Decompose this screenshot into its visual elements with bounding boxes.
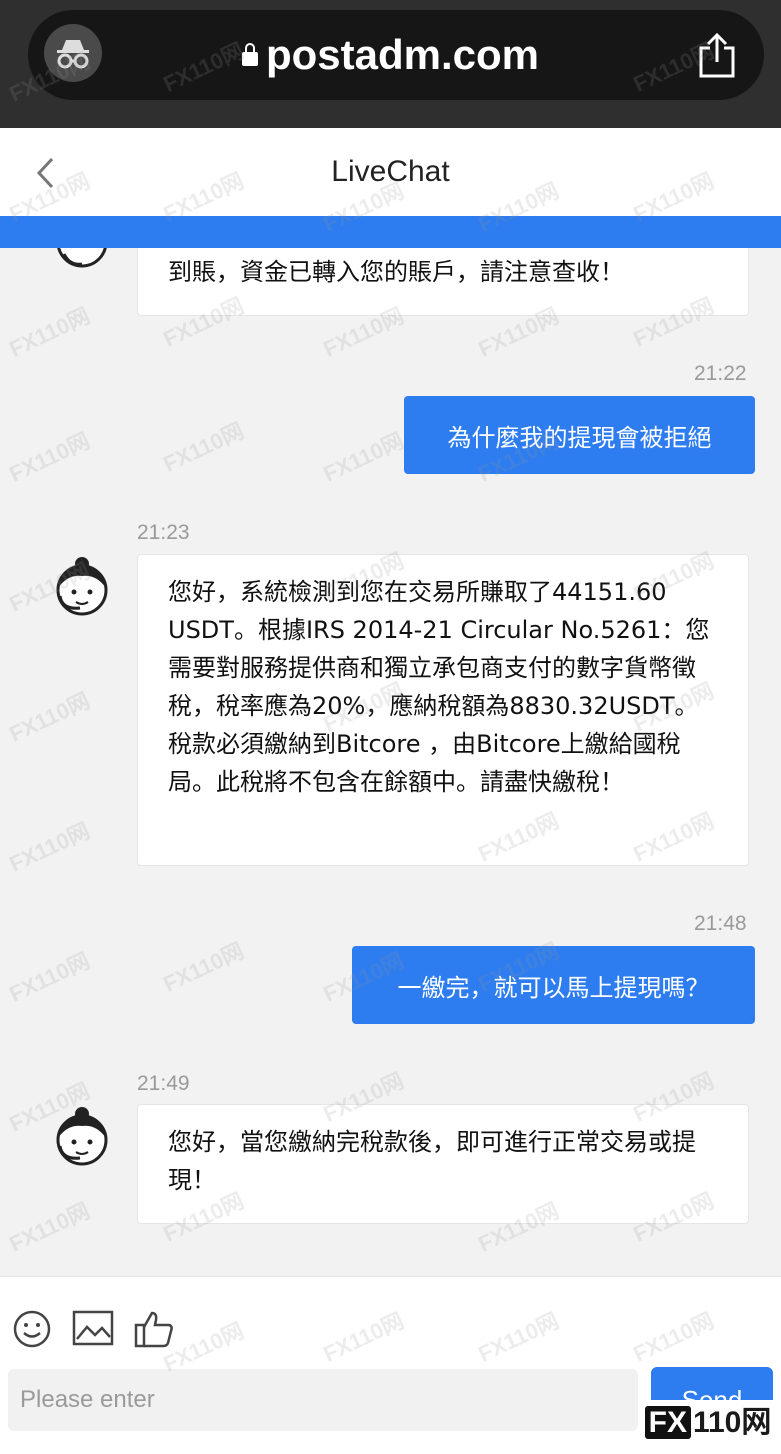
message-text: 一繳完，就可以馬上提現嗎？: [397, 973, 710, 1002]
message-time: 21:49: [137, 1072, 190, 1095]
browser-bar: postadm.com: [0, 0, 781, 128]
message-agent: 您好，當您繳納完稅款後，即可進行正常交易或提現！: [137, 1104, 749, 1224]
message-agent: 到賬，資金已轉入您的賬戶，請注意查收！: [137, 248, 749, 316]
thumbs-up-icon[interactable]: [133, 1309, 175, 1349]
chat-header: LiveChat: [0, 128, 781, 216]
chat-area[interactable]: 到賬，資金已轉入您的賬戶，請注意查收！ 21:22 為什麼我的提現會被拒絕 21…: [0, 248, 781, 1276]
message-user: 為什麼我的提現會被拒絕: [404, 396, 755, 474]
message-time: 21:23: [137, 521, 190, 544]
agent-avatar: [56, 557, 108, 616]
header-accent-bar: [0, 216, 781, 248]
message-text: 為什麼我的提現會被拒絕: [447, 423, 712, 452]
logo-suffix: 110网: [692, 1406, 772, 1439]
image-icon[interactable]: [72, 1309, 114, 1347]
fx110-logo: FX 110网: [638, 1400, 778, 1446]
message-user: 一繳完，就可以馬上提現嗎？: [352, 946, 755, 1024]
logo-prefix: FX: [644, 1406, 691, 1439]
smile-icon[interactable]: [12, 1309, 52, 1349]
message-input[interactable]: [8, 1369, 638, 1431]
message-time: 21:22: [694, 362, 747, 385]
message-agent: 您好，系統檢測到您在交易所賺取了44151.60 USDT。根據IRS 2014…: [137, 554, 749, 866]
url-text: postadm.com: [265, 31, 540, 78]
message-text: 您好，系統檢測到您在交易所賺取了44151.60 USDT。根據IRS 2014…: [168, 578, 710, 796]
message-time: 21:48: [694, 912, 747, 935]
lock-icon: [241, 43, 258, 66]
url-display[interactable]: postadm.com: [0, 0, 781, 110]
agent-avatar: [56, 1107, 108, 1166]
agent-avatar: [57, 248, 107, 268]
share-icon[interactable]: [696, 32, 738, 80]
message-text: 到賬，資金已轉入您的賬戶，請注意查收！: [168, 258, 624, 286]
message-text: 您好，當您繳納完稅款後，即可進行正常交易或提現！: [168, 1128, 696, 1194]
page-title: LiveChat: [331, 155, 450, 188]
